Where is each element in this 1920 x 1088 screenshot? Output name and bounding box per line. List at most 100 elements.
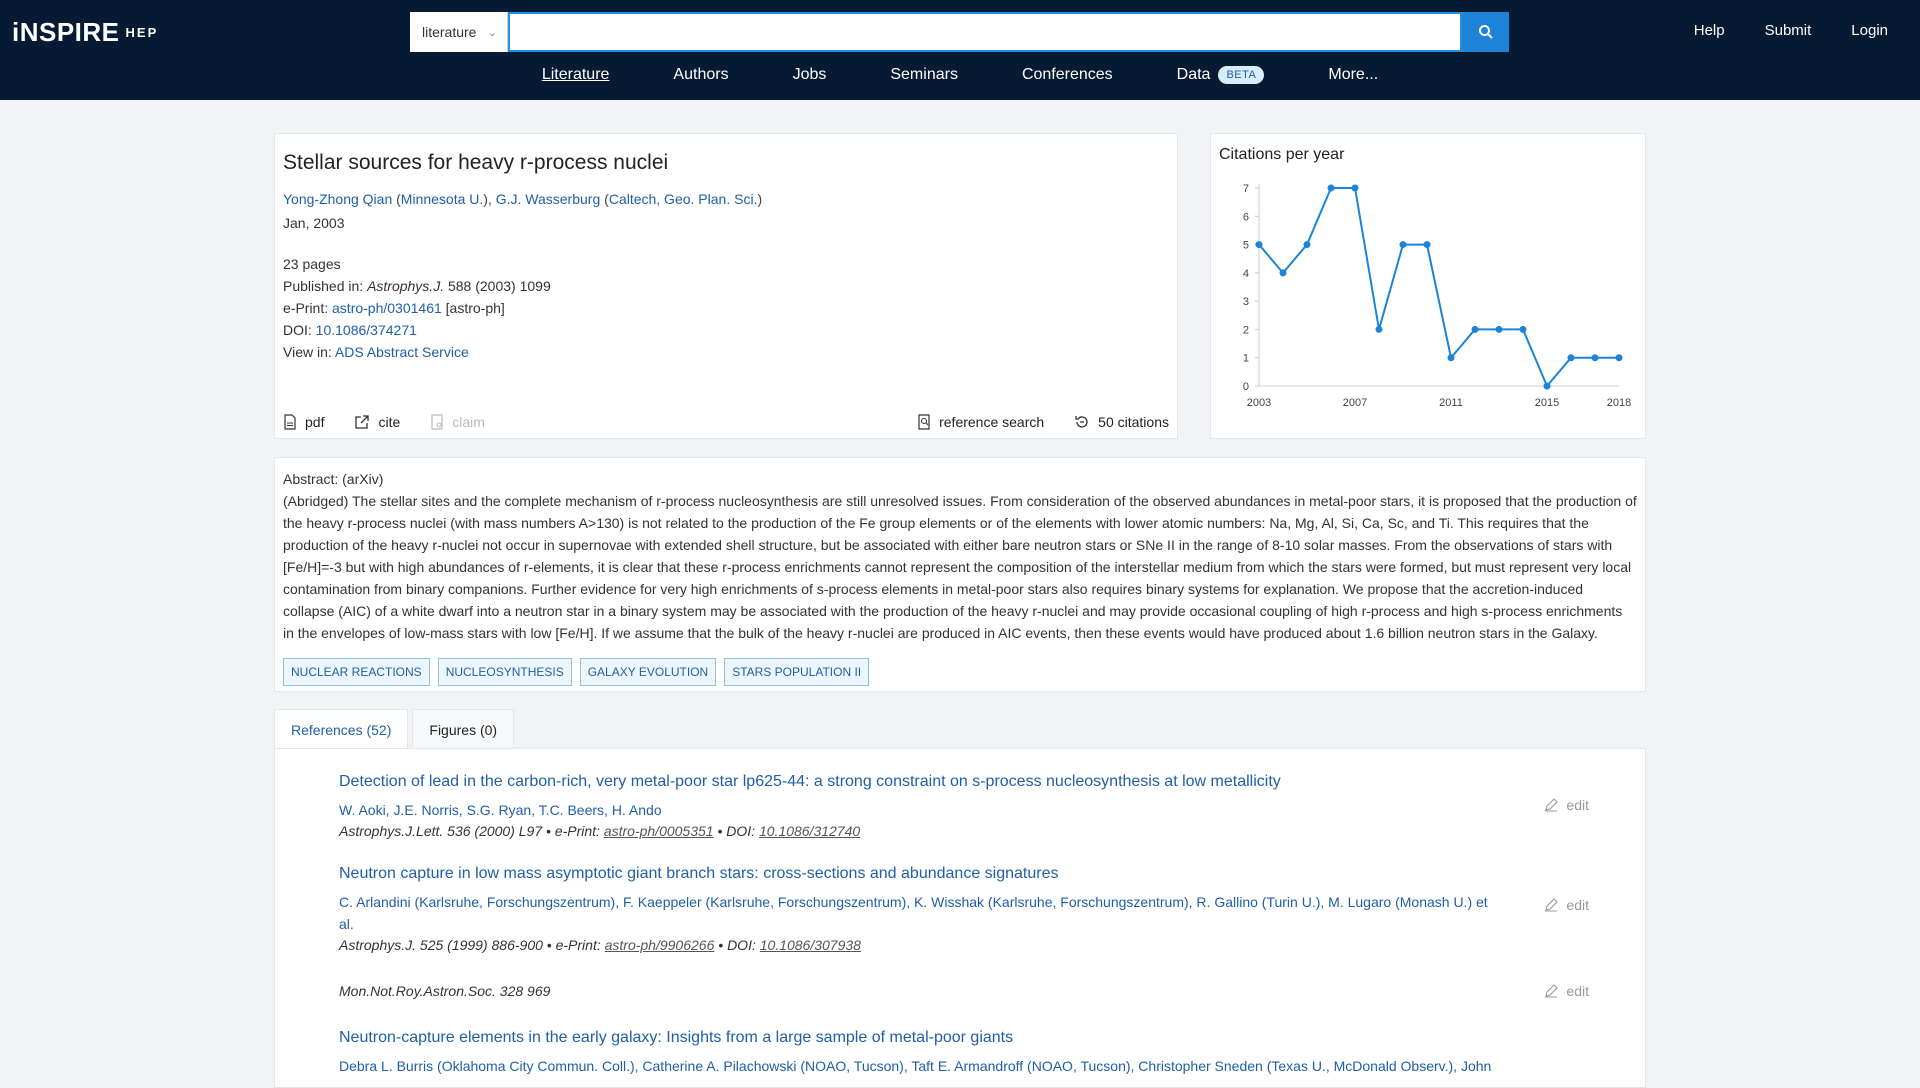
reference-item: Neutron-capture elements in the early ga… [275,1029,1645,1077]
data-point [1303,241,1311,249]
keyword-tag[interactable]: GALAXY EVOLUTION [579,658,717,686]
logo-text: iNSPIRE [12,16,120,47]
affiliation-link[interactable]: Caltech, Geo. Plan. Sci. [609,191,758,207]
x-tick-label: 2011 [1439,397,1463,409]
edit-reference-button[interactable]: edit [1544,983,1589,999]
abstract-text: (Abridged) The stellar sites and the com… [283,493,1637,641]
affiliation-link[interactable]: Minnesota U. [401,191,483,207]
nav-authors[interactable]: Authors [673,66,728,84]
reference-eprint-link[interactable]: astro-ph/9906266 [605,937,715,953]
nav-jobs[interactable]: Jobs [793,66,827,84]
main-nav: Literature Authors Jobs Seminars Confere… [0,66,1920,84]
data-point [1519,325,1527,333]
nav-more[interactable]: More... [1328,66,1378,84]
published-in: Published in: Astrophys.J. 588 (2003) 10… [283,278,551,294]
ads-link[interactable]: ADS Abstract Service [335,344,469,360]
nav-literature[interactable]: Literature [542,66,610,84]
search-icon [1478,25,1493,39]
citations-button[interactable]: 50 citations [1074,414,1169,430]
data-point [1447,354,1455,362]
reference-search-icon [918,414,930,430]
y-tick-label: 6 [1243,211,1249,223]
reference-title[interactable]: Neutron capture in low mass asymptotic g… [339,865,1495,883]
tab-references[interactable]: References (52) [274,709,409,749]
keyword-tag[interactable]: NUCLEAR REACTIONS [283,658,430,686]
pencil-icon [1545,984,1559,998]
scope-value: literature [422,24,477,40]
view-in-row: View in: ADS Abstract Service [283,344,469,360]
search-button[interactable] [1462,12,1509,52]
top-header: iNSPIRE HEP literature ⌄ Help Submit Log… [0,0,1920,100]
record-actions: pdf cite claim [283,414,485,430]
abstract-card: Abstract: (arXiv) (Abridged) The stellar… [274,457,1646,692]
pencil-icon [1545,898,1559,912]
keyword-tag[interactable]: STARS POPULATION II [724,658,870,686]
nav-seminars[interactable]: Seminars [890,66,958,84]
reference-title[interactable]: Detection of lead in the carbon-rich, ve… [339,773,1495,791]
data-point [1351,184,1359,192]
y-tick-label: 1 [1243,353,1249,365]
citations-line [1258,187,1619,388]
y-tick-label: 0 [1243,381,1249,393]
reference-publication: Astrophys.J.Lett. 536 (2000) L97 • e-Pri… [339,823,861,839]
nav-data[interactable]: Data BETA [1177,66,1265,84]
citations-icon [1075,416,1088,428]
keyword-tag[interactable]: NUCLEOSYNTHESIS [437,658,572,686]
reference-item: Neutron capture in low mass asymptotic g… [275,865,1645,953]
reference-doi-link[interactable]: 10.1086/312740 [759,823,860,839]
reference-authors: Debra L. Burris (Oklahoma City Commun. C… [339,1058,1492,1074]
reference-item: Detection of lead in the carbon-rich, ve… [275,773,1645,839]
reference-publication: Mon.Not.Roy.Astron.Soc. 328 969 [339,983,551,999]
data-point [1423,241,1431,249]
reference-publication: Astrophys.J. 525 (1999) 886-900 • e-Prin… [339,937,861,953]
top-links: Help Submit Login [1694,22,1888,39]
reference-title[interactable]: Neutron-capture elements in the early ga… [339,1029,1495,1047]
keywords: NUCLEAR REACTIONS NUCLEOSYNTHESIS GALAXY… [283,658,1637,686]
y-tick-label: 2 [1243,324,1249,336]
doi-row: DOI: 10.1086/374271 [283,322,417,338]
edit-reference-button[interactable]: edit [1544,897,1589,913]
search-scope-select[interactable]: literature ⌄ [410,12,508,52]
y-tick-label: 3 [1243,296,1249,308]
pdf-icon [284,414,296,430]
record-links: reference search 50 citations [917,414,1169,430]
record-date: Jan, 2003 [283,215,345,231]
edit-reference-button[interactable]: edit [1544,797,1589,813]
pdf-button[interactable]: pdf [283,414,324,430]
chart-title: Citations per year [1219,146,1345,163]
submit-link[interactable]: Submit [1765,22,1812,39]
eprint-link[interactable]: astro-ph/0301461 [332,300,442,316]
help-link[interactable]: Help [1694,22,1725,39]
author-link[interactable]: G.J. Wasserburg [496,191,601,207]
citations-chart-card: Citations per year 0 1 2 3 4 5 6 7 2003 2007 2011 2… [1210,133,1646,439]
chevron-down-icon: ⌄ [487,26,497,39]
reference-authors: C. Arlandini (Karlsruhe, Forschungszentr… [339,894,1488,932]
record-pages: 23 pages [283,256,341,272]
data-point [1279,269,1287,277]
nav-conferences[interactable]: Conferences [1022,66,1113,84]
x-tick-label: 2018 [1607,397,1631,409]
login-link[interactable]: Login [1851,22,1888,39]
y-tick-label: 7 [1243,183,1249,195]
record-title: Stellar sources for heavy r-process nucl… [283,151,669,174]
search-input[interactable] [508,12,1462,52]
reference-doi-link[interactable]: 10.1086/307938 [760,937,861,953]
pencil-icon [1545,798,1559,812]
export-icon [355,415,370,429]
claim-icon [431,414,443,430]
nav-data-label: Data [1176,66,1211,83]
cite-button[interactable]: cite [354,414,400,430]
y-tick-label: 5 [1243,240,1249,252]
data-point [1615,354,1623,362]
claim-button[interactable]: claim [430,414,485,430]
tab-figures[interactable]: Figures (0) [412,709,515,749]
data-point [1255,241,1263,249]
data-point [1567,354,1575,362]
x-tick-label: 2003 [1247,397,1271,409]
record-tabs: References (52) Figures (0) [274,709,518,749]
inspire-logo[interactable]: iNSPIRE HEP [12,16,158,48]
author-link[interactable]: Yong-Zhong Qian [283,191,392,207]
reference-search-button[interactable]: reference search [917,414,1044,430]
doi-link[interactable]: 10.1086/374271 [316,322,417,338]
reference-eprint-link[interactable]: astro-ph/0005351 [604,823,714,839]
